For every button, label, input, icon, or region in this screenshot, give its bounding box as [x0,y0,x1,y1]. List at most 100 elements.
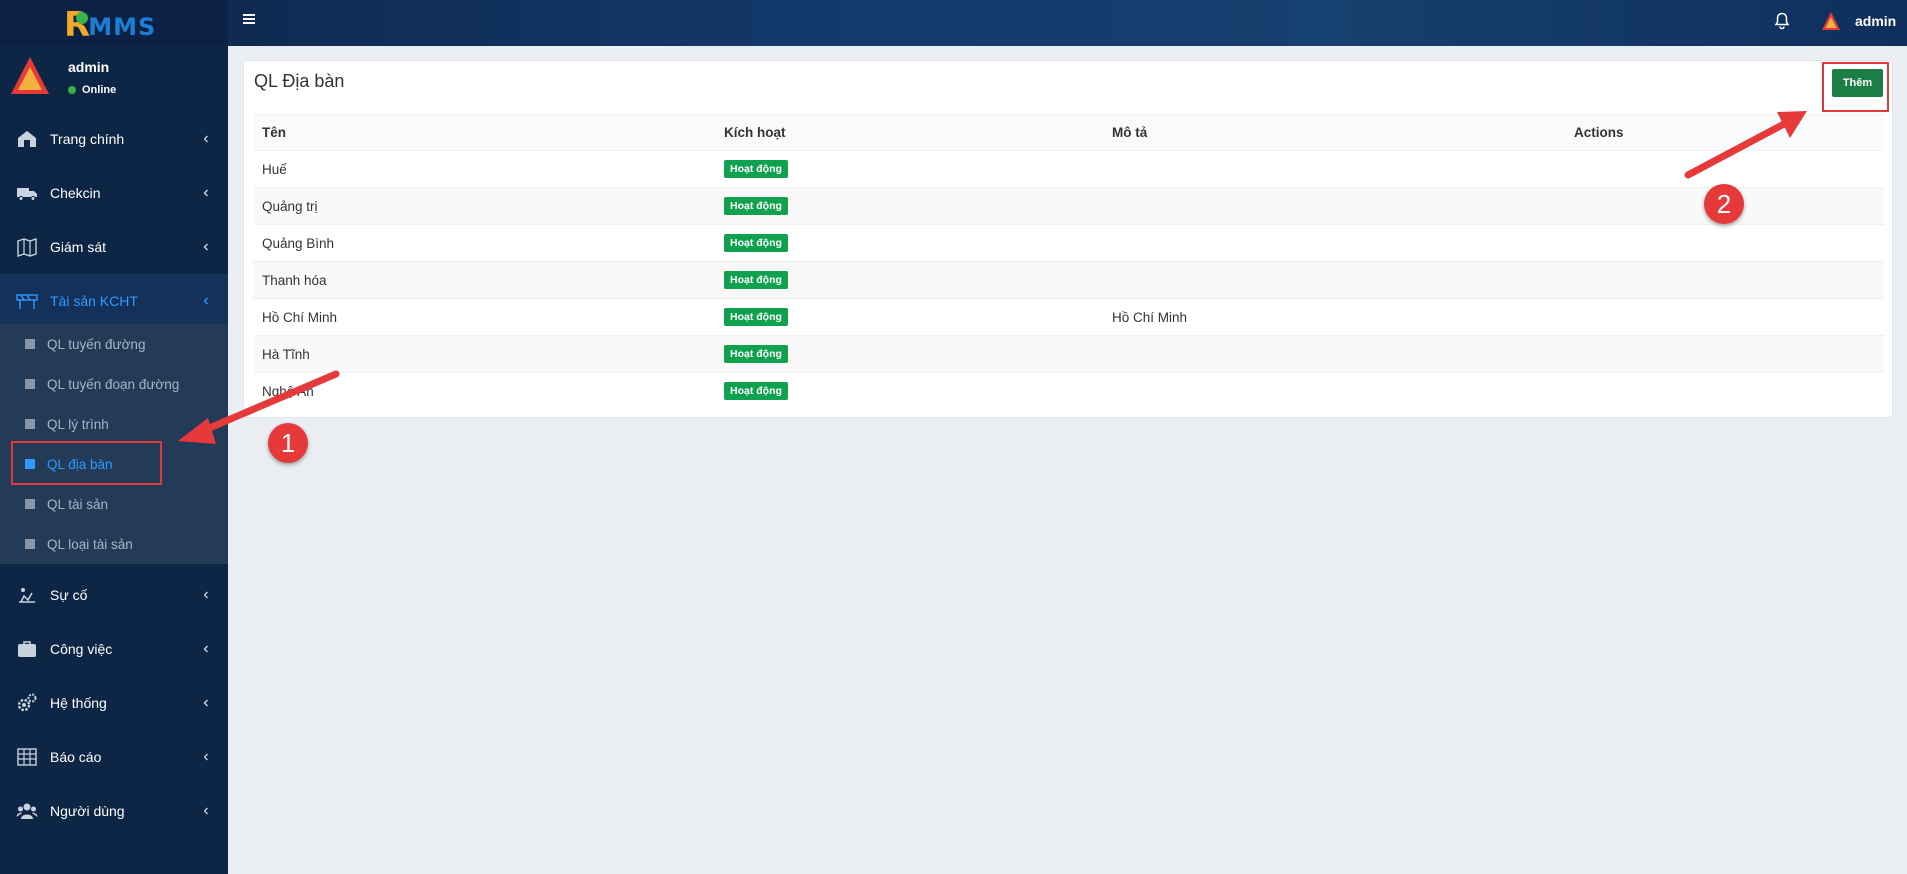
square-icon [25,379,35,389]
chevron-left-icon [203,753,208,761]
cell-status: Hoạt động [716,335,1104,373]
table-row[interactable]: Quảng Bình Hoạt động [254,224,1884,262]
top-user-name[interactable]: admin [1855,13,1896,29]
cell-actions [1566,335,1884,373]
gears-icon [17,693,37,712]
cell-actions [1566,373,1884,410]
sidebar-subitem-ql-ly-trinh[interactable]: QL lý trình [0,404,228,444]
user-status-text: Online [82,84,117,96]
cell-desc [1104,335,1566,373]
sidebar-subitem-ql-loai-tai-san[interactable]: QL loại tài sản [0,524,228,564]
cell-desc: Hồ Chí Minh [1104,298,1566,336]
chevron-left-icon [203,645,208,653]
cell-desc [1104,261,1566,299]
cell-name: Quảng trị [254,187,716,225]
table-header-row: Tên Kích hoạt Mô tả Actions [254,114,1884,151]
step-number-1: 1 [268,423,308,463]
sidebar-item-su-co[interactable]: Sự cố [0,568,228,622]
square-icon [25,339,35,349]
chevron-left-icon [203,135,208,143]
sidebar-item-label: Hệ thống [50,695,107,711]
sidebar-item-label: Giám sát [50,239,107,255]
square-icon [25,539,35,549]
sidebar-item-label: Báo cáo [50,749,102,765]
logo-mms: MMS [88,13,157,41]
table-row[interactable]: Quảng trị Hoạt động [254,187,1884,225]
cell-name: Huế [254,150,716,188]
chevron-left-icon [203,189,208,197]
briefcase-icon [18,641,36,657]
sidebar-subitem-label: QL loại tài sản [47,536,133,552]
users-icon [16,803,38,819]
cell-desc [1104,373,1566,410]
sidebar-item-label: Người dùng [50,803,125,819]
cell-name: Hồ Chí Minh [254,298,716,336]
sidebar-item-trang-chinh[interactable]: Trang chính [0,112,228,166]
sidebar-item-cong-viec[interactable]: Công việc [0,622,228,676]
cell-name: Quảng Bình [254,224,716,262]
status-badge: Hoạt động [724,382,788,401]
cell-actions [1566,261,1884,299]
sidebar-subitem-ql-tuyen-duong[interactable]: QL tuyến đường [0,324,228,364]
chevron-down-icon [203,297,208,305]
sidebar-item-he-thong[interactable]: Hệ thống [0,676,228,730]
square-icon [25,419,35,429]
cell-status: Hoạt động [716,224,1104,262]
sidebar-item-label: Chekcin [50,185,101,201]
app-logo[interactable]: R MMS [64,4,156,42]
status-badge: Hoạt động [724,160,788,178]
column-header-kich-hoat[interactable]: Kích hoạt [716,114,1104,151]
cell-desc [1104,224,1566,262]
cell-actions [1566,150,1884,188]
step-number-2: 2 [1704,184,1744,224]
cell-status: Hoạt động [716,187,1104,225]
dia-ban-card: QL Địa bàn Thêm Tên Kích hoạt Mô tả Acti… [243,60,1893,418]
map-pin-icon [76,12,88,24]
sidebar-subitem-label: QL tuyến đường [47,336,146,352]
user-panel: admin Online [0,46,228,110]
user-avatar-icon[interactable] [1821,11,1841,31]
sidebar-item-tai-san-kcht[interactable]: Tài sản KCHT [0,274,228,328]
status-badge: Hoạt động [724,271,788,289]
cell-actions [1566,224,1884,262]
column-header-actions: Actions [1566,114,1884,151]
highlight-box-ql-dia-ban [11,441,162,485]
sidebar-subitem-ql-tai-san[interactable]: QL tài sản [0,484,228,524]
status-badge: Hoạt động [724,345,788,363]
cell-name: Thanh hóa [254,261,716,299]
status-badge: Hoạt động [724,234,788,252]
chevron-left-icon [203,699,208,707]
sidebar-item-label: Sự cố [50,587,88,603]
top-navbar: R MMS admin [0,0,1907,46]
home-icon [18,131,36,147]
cell-name: Hà Tĩnh [254,335,716,373]
cell-actions [1566,298,1884,336]
sidebar-item-chekcin[interactable]: Chekcin [0,166,228,220]
table-row[interactable]: Huế Hoạt động [254,150,1884,188]
column-header-mo-ta[interactable]: Mô tả [1104,114,1566,151]
page-title: QL Địa bàn [254,71,345,91]
table-row[interactable]: Hà Tĩnh Hoạt động [254,335,1884,373]
online-dot-icon [68,86,76,94]
sidebar-item-giam-sat[interactable]: Giám sát [0,220,228,274]
table-row[interactable]: Nghệ An Hoạt động [254,373,1884,410]
logo-area: R MMS [0,0,228,46]
barrier-icon [16,294,38,309]
sidebar-item-nguoi-dung[interactable]: Người dùng [0,784,228,838]
column-header-ten[interactable]: Tên [254,114,716,151]
table-row[interactable]: Hồ Chí Minh Hoạt động Hồ Chí Minh [254,298,1884,336]
sidebar-item-bao-cao[interactable]: Báo cáo [0,730,228,784]
sidebar-subitem-ql-tuyen-doan-duong[interactable]: QL tuyến đoạn đường [0,364,228,404]
incident-icon [19,588,35,603]
chevron-left-icon [203,243,208,251]
dia-ban-table: Tên Kích hoạt Mô tả Actions Huế Hoạt độn… [254,114,1884,410]
sidebar-item-label: Tài sản KCHT [50,293,138,309]
menu-toggle-icon[interactable] [243,14,257,28]
chevron-left-icon [203,591,208,599]
map-icon [17,238,37,257]
cell-status: Hoạt động [716,373,1104,410]
table-row[interactable]: Thanh hóa Hoạt động [254,261,1884,299]
sidebar-subitem-label: QL tài sản [47,496,109,512]
cell-status: Hoạt động [716,261,1104,299]
bell-icon[interactable] [1774,12,1790,30]
